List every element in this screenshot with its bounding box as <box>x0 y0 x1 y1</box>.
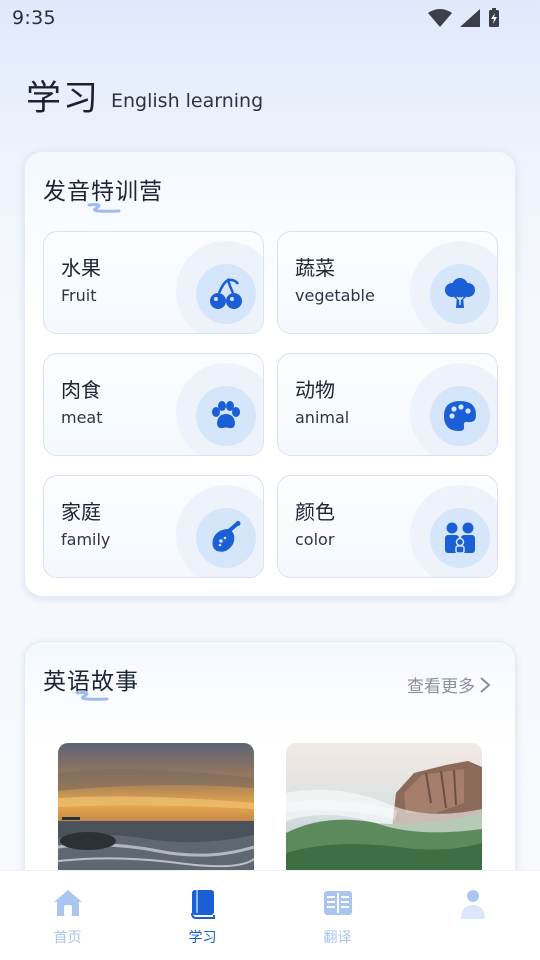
tile-icon-bg <box>430 386 490 446</box>
home-icon <box>53 890 82 916</box>
nav-label: 学习 <box>188 930 217 946</box>
topic-name-cn: 水果 <box>61 256 101 280</box>
title-underline-decoration <box>75 691 109 701</box>
paw-icon <box>212 401 240 429</box>
battery-icon <box>489 8 499 27</box>
topic-tile-family[interactable]: 家庭 family <box>43 475 264 578</box>
topic-tile-color[interactable]: 颜色 color <box>277 475 498 578</box>
tile-icon-bg <box>196 386 256 446</box>
topic-name-en: Fruit <box>61 286 97 305</box>
translate-icon <box>323 891 352 915</box>
palette-icon <box>444 401 476 431</box>
people-icon <box>445 522 475 554</box>
topic-name-cn: 家庭 <box>61 500 101 524</box>
chevron-right-icon <box>480 676 491 693</box>
profile-icon <box>460 890 485 919</box>
pronunciation-camp-card: 发音特训营 水果 Fruit 蔬菜 vegetable 肉食 meat 动物 a… <box>24 151 516 597</box>
status-bar: 9:35 <box>0 0 540 36</box>
nav-item-translate[interactable]: 翻译 <box>270 871 405 960</box>
tile-icon-bg <box>196 264 256 324</box>
view-more-link[interactable]: 查看更多 <box>407 672 491 697</box>
view-more-label: 查看更多 <box>407 677 475 697</box>
topic-name-en: animal <box>295 408 350 427</box>
english-stories-card: 英语故事 查看更多 <box>24 641 516 901</box>
broccoli-icon <box>445 278 475 308</box>
nav-label: 首页 <box>53 930 82 946</box>
topic-name-cn: 蔬菜 <box>295 256 335 280</box>
topic-name-en: meat <box>61 408 103 427</box>
nav-item-study[interactable]: 学习 <box>135 871 270 960</box>
tile-icon-bg <box>430 508 490 568</box>
status-icons <box>428 8 500 28</box>
cherry-icon <box>210 278 242 309</box>
nav-item-profile[interactable] <box>405 871 540 960</box>
story-card-sunset[interactable] <box>58 743 254 883</box>
topic-tile-meat[interactable]: 肉食 meat <box>43 353 264 456</box>
book-icon <box>190 890 215 919</box>
tile-icon-bg <box>430 264 490 324</box>
page-title: 学习 <box>26 79 101 119</box>
page-subtitle: English learning <box>111 90 264 112</box>
drumstick-icon <box>212 521 241 552</box>
tile-icon-bg <box>196 508 256 568</box>
topic-tile-animal[interactable]: 动物 animal <box>277 353 498 456</box>
title-underline-decoration <box>87 203 121 213</box>
topic-name-cn: 动物 <box>295 378 335 402</box>
topic-name-en: family <box>61 530 111 549</box>
topic-name-cn: 肉食 <box>61 378 101 402</box>
topic-name-cn: 颜色 <box>295 500 335 524</box>
sunset-sea-image <box>58 743 254 883</box>
story-card-mountain[interactable] <box>286 743 482 883</box>
topic-name-en: color <box>295 530 335 549</box>
wifi-icon <box>428 9 452 27</box>
misty-mountain-image <box>286 743 482 883</box>
nav-label: 翻译 <box>323 930 352 946</box>
status-time: 9:35 <box>12 7 56 29</box>
topic-tile-vegetable[interactable]: 蔬菜 vegetable <box>277 231 498 334</box>
bottom-navigation: 首页 学习 翻译 <box>0 870 540 960</box>
signal-icon <box>460 9 480 27</box>
nav-item-home[interactable]: 首页 <box>0 871 135 960</box>
topic-name-en: vegetable <box>295 286 375 305</box>
topic-tile-fruit[interactable]: 水果 Fruit <box>43 231 264 334</box>
